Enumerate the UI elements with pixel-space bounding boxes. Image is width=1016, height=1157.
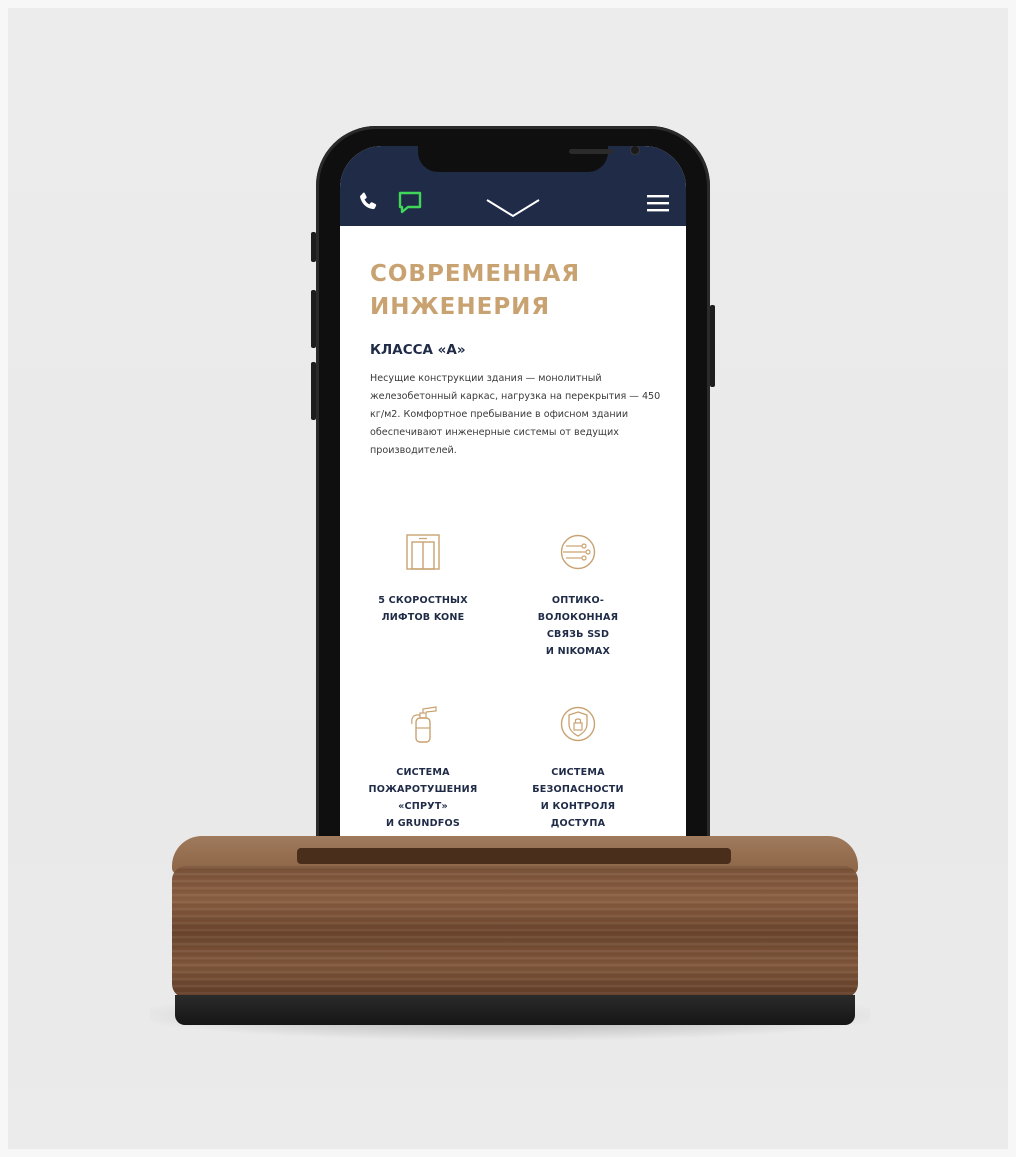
section-description: Несущие конструкции здания — монолитный … [370, 373, 661, 456]
speaker-grille [569, 149, 613, 154]
phone-screen: СОВРЕМЕННАЯ ИНЖЕНЕРИЯ КЛАССА «А» Несущие… [340, 146, 686, 858]
fiber-optic-icon [560, 534, 596, 570]
hamburger-menu-icon[interactable] [645, 191, 671, 215]
feature-label: СИСТЕМА ПОЖАРОТУШЕНИЯ «СПРУТ» И GRUNDFOS [368, 767, 478, 829]
feature-item-fire-system: СИСТЕМА ПОЖАРОТУШЕНИЯ «СПРУТ» И GRUNDFOS [358, 704, 488, 832]
feature-item-security: СИСТЕМА БЕЗОПАСНОСТИ И КОНТРОЛЯ ДОСТУПА … [513, 704, 643, 849]
fire-extinguisher-icon [411, 706, 437, 743]
front-camera [630, 146, 640, 155]
stand-slot [297, 848, 731, 864]
elevator-icon [406, 534, 440, 570]
stand-base [175, 995, 855, 1025]
phone-icon[interactable] [356, 189, 382, 215]
phone-notch [418, 146, 640, 172]
phone-power-button [710, 305, 715, 387]
feature-item-elevators: 5 СКОРОСТНЫХ ЛИФТОВ KONE [358, 532, 488, 626]
chat-icon[interactable] [396, 190, 424, 216]
section-subtitle: КЛАССА «А» [370, 342, 466, 358]
chevron-logo-icon[interactable] [485, 194, 541, 222]
section-title: СОВРЕМЕННАЯ ИНЖЕНЕРИЯ [370, 261, 581, 320]
feature-label: ОПТИКО- ВОЛОКОННАЯ СВЯЗЬ SSD И NIKOMAX [537, 595, 619, 657]
security-shield-icon [560, 706, 596, 742]
top-navbar [340, 146, 686, 226]
feature-label: 5 СКОРОСТНЫХ ЛИФТОВ KONE [378, 595, 468, 623]
section-content: СОВРЕМЕННАЯ ИНЖЕНЕРИЯ КЛАССА «А» Несущие… [370, 258, 665, 460]
feature-item-fiber: ОПТИКО- ВОЛОКОННАЯ СВЯЗЬ SSD И NIKOMAX [513, 532, 643, 660]
wooden-stand-front [172, 866, 858, 998]
